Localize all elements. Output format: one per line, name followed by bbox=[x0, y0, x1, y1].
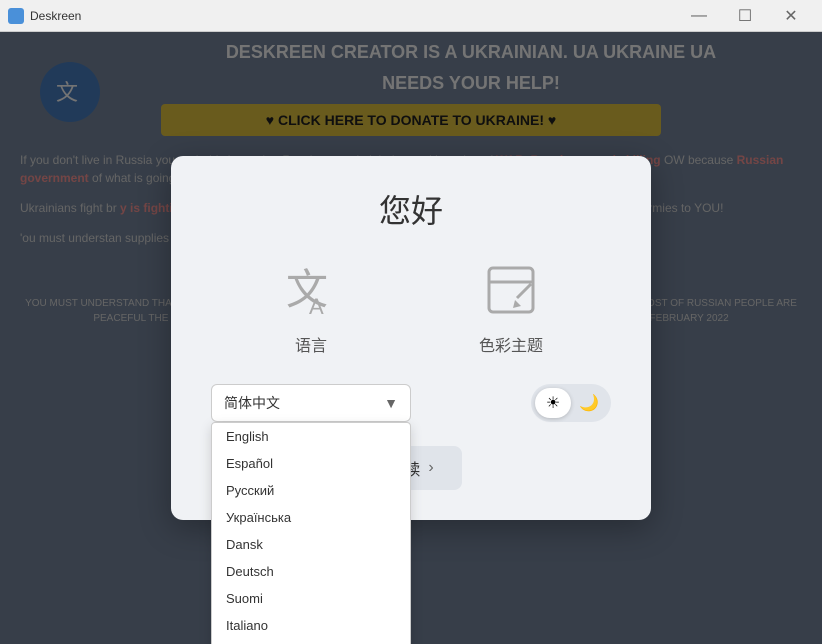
lang-option-da[interactable]: Dansk bbox=[212, 531, 410, 558]
lang-option-es[interactable]: Español bbox=[212, 450, 410, 477]
selected-language: 简体中文 bbox=[224, 393, 280, 413]
theme-toggle[interactable]: ☀ 🌙 bbox=[531, 384, 611, 422]
language-label: 语言 bbox=[295, 332, 327, 356]
lang-option-uk[interactable]: Українська bbox=[212, 504, 410, 531]
title-bar: Deskreen — ☐ ✕ bbox=[0, 0, 822, 32]
theme-label: 色彩主题 bbox=[479, 332, 543, 356]
lang-option-en[interactable]: English bbox=[212, 423, 410, 450]
title-bar-controls: — ☐ ✕ bbox=[676, 0, 814, 32]
language-select-trigger[interactable]: 简体中文 ▼ bbox=[211, 384, 411, 422]
svg-text:A: A bbox=[309, 294, 324, 319]
modal-overlay: 您好 文 A 语言 bbox=[0, 32, 822, 644]
language-icon: 文 A bbox=[279, 260, 343, 324]
lang-option-nl[interactable]: Nederlands bbox=[212, 639, 410, 644]
lang-option-de[interactable]: Deutsch bbox=[212, 558, 410, 585]
lang-option-ru[interactable]: Русский bbox=[212, 477, 410, 504]
dropdown-arrow-icon: ▼ bbox=[384, 395, 398, 411]
theme-icon bbox=[479, 260, 543, 324]
language-option: 文 A 语言 bbox=[279, 260, 343, 356]
minimize-button[interactable]: — bbox=[676, 0, 722, 32]
light-theme-button[interactable]: ☀ bbox=[535, 388, 571, 418]
app-background: 文 DESKREEN CREATOR IS A UKRAINIAN. UA UK… bbox=[0, 32, 822, 644]
sun-icon: ☀ bbox=[546, 393, 560, 413]
moon-icon: 🌙 bbox=[579, 393, 599, 413]
app-icon bbox=[8, 8, 24, 24]
chevron-right-icon: › bbox=[428, 459, 433, 477]
language-dropdown-list[interactable]: English Español Русский Українська Dansk… bbox=[211, 422, 411, 644]
dialog-options: 文 A 语言 bbox=[211, 260, 611, 356]
dialog-title: 您好 bbox=[211, 186, 611, 232]
lang-option-fi[interactable]: Suomi bbox=[212, 585, 410, 612]
app-title: Deskreen bbox=[30, 9, 81, 23]
controls-row: 简体中文 ▼ English Español Русский Українськ… bbox=[211, 384, 611, 422]
maximize-button[interactable]: ☐ bbox=[722, 0, 768, 32]
theme-option: 色彩主题 bbox=[479, 260, 543, 356]
dark-theme-button[interactable]: 🌙 bbox=[571, 388, 607, 418]
close-button[interactable]: ✕ bbox=[768, 0, 814, 32]
language-select-wrapper[interactable]: 简体中文 ▼ English Español Русский Українськ… bbox=[211, 384, 411, 422]
lang-option-it[interactable]: Italiano bbox=[212, 612, 410, 639]
title-bar-left: Deskreen bbox=[8, 8, 81, 24]
settings-dialog: 您好 文 A 语言 bbox=[171, 156, 651, 520]
